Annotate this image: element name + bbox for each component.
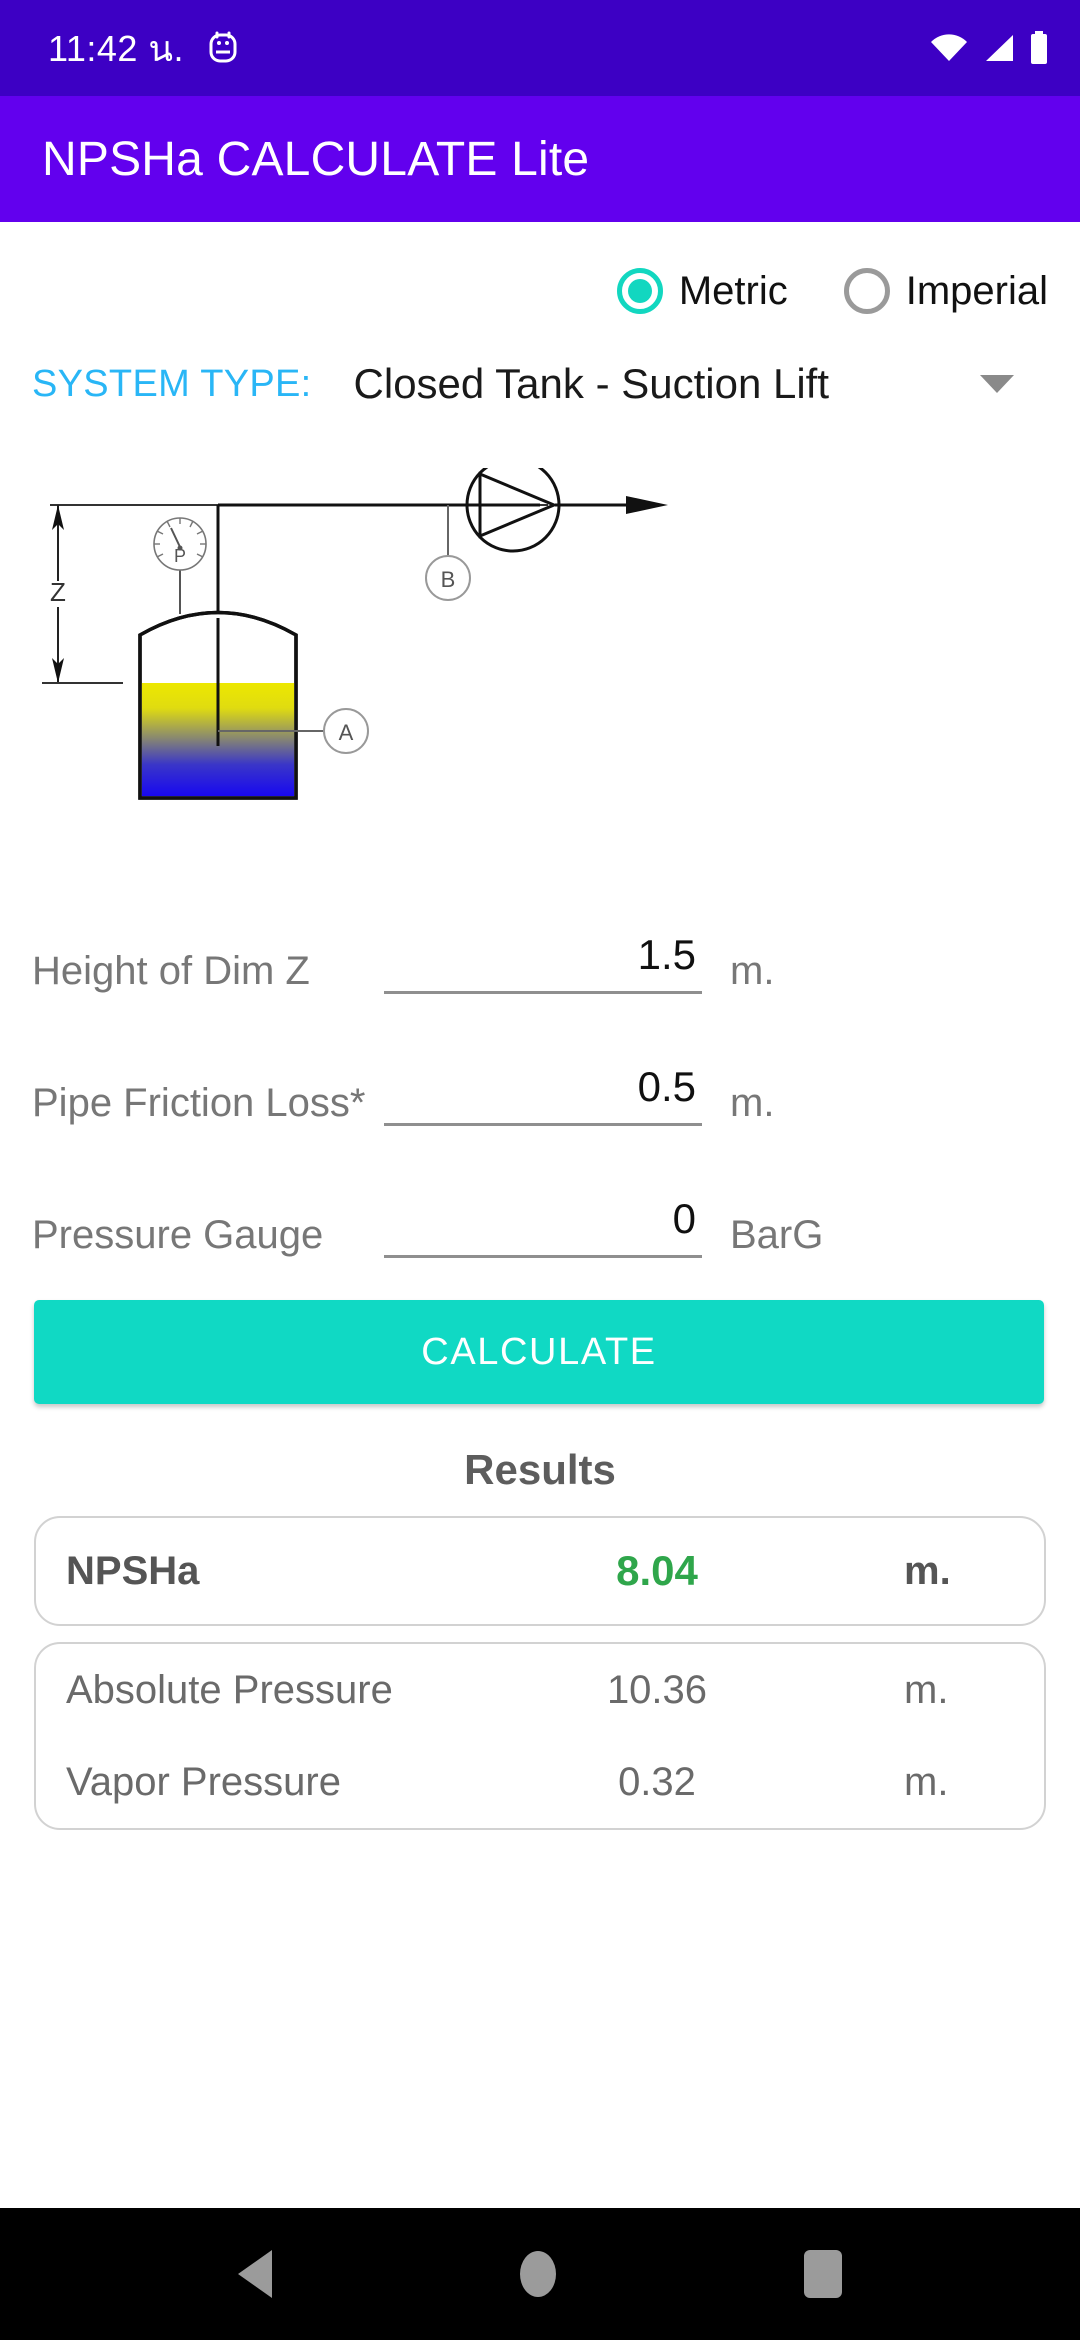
result-row-npsha: NPSHa 8.04 m. <box>66 1518 1014 1624</box>
result-value-vapor-pressure: 0.32 <box>618 1759 696 1804</box>
signal-icon <box>980 31 1018 65</box>
result-card-details: Absolute Pressure 10.36 m. Vapor Pressur… <box>34 1642 1046 1830</box>
field-row-height-of-dim-z: Height of Dim Z 1.5 m. <box>32 904 1052 994</box>
status-bar-left: 11:42 น. <box>48 20 238 77</box>
radio-metric-dot <box>627 279 652 303</box>
label-height-of-dim-z: Height of Dim Z <box>32 949 310 993</box>
main-content: Metric Imperial SYSTEM TYPE: Closed Tank… <box>0 222 1080 2208</box>
diagram-point-a-label: A <box>339 720 354 745</box>
label-pipe-friction-loss: Pipe Friction Loss* <box>32 1081 366 1125</box>
recents-square-icon[interactable] <box>804 2250 842 2298</box>
unit-radio-group: Metric Imperial <box>28 222 1052 314</box>
system-type-row[interactable]: SYSTEM TYPE: Closed Tank - Suction Lift <box>28 360 1052 408</box>
radio-metric-icon[interactable] <box>616 268 663 314</box>
field-row-pipe-friction-loss: Pipe Friction Loss* 0.5 m. <box>32 1036 1052 1126</box>
closed-tank-suction-lift-diagram: B Z Z <box>28 468 1052 858</box>
field-row-pressure-gauge: Pressure Gauge 0 BarG <box>32 1168 1052 1258</box>
unit-pipe-friction-loss: m. <box>730 1081 775 1125</box>
status-bar-right <box>928 30 1050 66</box>
wifi-icon <box>928 31 970 65</box>
input-pipe-friction-loss[interactable]: 0.5 <box>384 1063 702 1126</box>
calculate-button-label: CALCULATE <box>421 1330 657 1373</box>
app-bar: NPSHa CALCULATE Lite <box>0 96 1080 222</box>
system-type-label: SYSTEM TYPE: <box>32 362 312 405</box>
home-circle-icon[interactable] <box>520 2251 556 2297</box>
label-pressure-gauge: Pressure Gauge <box>32 1213 324 1257</box>
radio-imperial-label: Imperial <box>905 268 1048 313</box>
result-value-absolute-pressure: 10.36 <box>606 1667 708 1712</box>
result-unit-vapor-pressure: m. <box>904 1759 949 1804</box>
app-root: 11:42 น. NPSHa CALCULATE Lite Metric Imp… <box>0 0 1080 2340</box>
system-type-value[interactable]: Closed Tank - Suction Lift <box>354 360 980 408</box>
calculate-button[interactable]: CALCULATE <box>34 1300 1044 1404</box>
android-nav-bar <box>0 2208 1080 2340</box>
result-unit-absolute-pressure: m. <box>904 1667 949 1712</box>
diagram-point-b-label: B <box>441 567 456 592</box>
input-fields: Height of Dim Z 1.5 m. Pipe Friction Los… <box>28 904 1052 1258</box>
result-name-vapor-pressure: Vapor Pressure <box>66 1759 341 1804</box>
result-unit-npsha: m. <box>904 1548 951 1593</box>
battery-icon <box>1028 30 1050 66</box>
result-row-vapor-pressure: Vapor Pressure 0.32 m. <box>66 1736 1014 1828</box>
status-bar-clock: 11:42 น. <box>48 27 185 69</box>
back-triangle-icon[interactable] <box>238 2250 272 2298</box>
sms-icon <box>208 31 238 65</box>
unit-pressure-gauge: BarG <box>730 1213 824 1257</box>
radio-option-metric[interactable]: Metric <box>616 268 788 314</box>
input-pressure-gauge[interactable]: 0 <box>384 1195 702 1258</box>
radio-option-imperial[interactable]: Imperial <box>843 268 1048 314</box>
input-height-of-dim-z[interactable]: 1.5 <box>384 931 702 994</box>
radio-imperial-icon[interactable] <box>843 268 890 314</box>
status-bar: 11:42 น. <box>0 0 1080 96</box>
page-title: NPSHa CALCULATE Lite <box>42 132 590 186</box>
result-name-absolute-pressure: Absolute Pressure <box>66 1667 393 1712</box>
radio-metric-label: Metric <box>678 268 788 313</box>
diagram-gauge-p-label: P <box>174 546 186 566</box>
unit-height-of-dim-z: m. <box>730 949 775 993</box>
result-card-npsha: NPSHa 8.04 m. <box>34 1516 1046 1626</box>
chevron-down-icon[interactable] <box>980 375 1014 393</box>
result-row-absolute-pressure: Absolute Pressure 10.36 m. <box>66 1644 1014 1736</box>
svg-text:Z: Z <box>50 577 66 607</box>
result-value-npsha: 8.04 <box>616 1547 698 1594</box>
results-heading: Results <box>464 1446 616 1493</box>
result-name-npsha: NPSHa <box>66 1548 200 1593</box>
